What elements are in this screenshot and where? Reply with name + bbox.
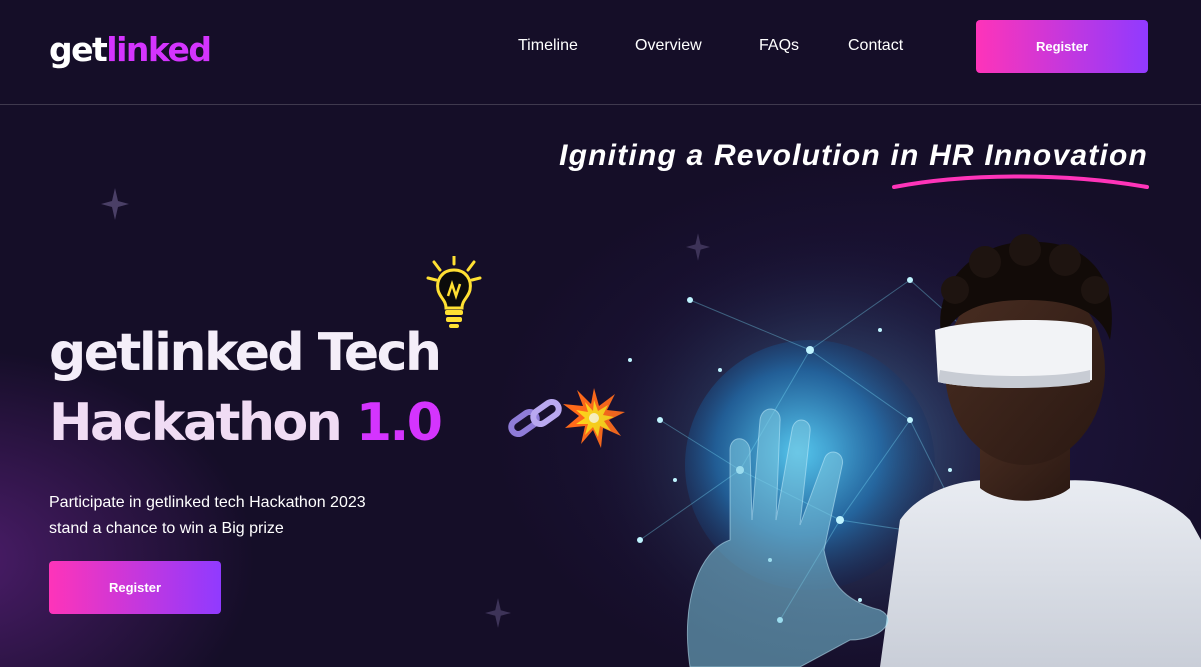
top-navbar: getlinked Timeline Overview FAQs Contact… xyxy=(0,0,1201,105)
nav-link-contact[interactable]: Contact xyxy=(848,36,903,56)
hero-register-button[interactable]: Register xyxy=(49,561,221,614)
chain-link-icon xyxy=(508,398,562,438)
headline-hackathon: Hackathon xyxy=(49,393,343,453)
nav-link-timeline[interactable]: Timeline xyxy=(518,36,578,56)
logo-part-linked: linked xyxy=(106,30,212,69)
headline-version: 1.0 xyxy=(355,393,443,453)
headline-line-2: Hackathon 1.0 xyxy=(49,388,443,458)
hero-tagline: Igniting a Revolution in HR Innovation xyxy=(559,139,1148,172)
headline-line-1: getlinked Tech xyxy=(49,323,442,383)
hero-description-line-2: stand a chance to win a Big prize xyxy=(49,520,284,537)
nav-register-button[interactable]: Register xyxy=(976,20,1148,73)
logo-part-get: get xyxy=(49,30,108,69)
hero-headline: getlinked Tech Hackathon 1.0 xyxy=(49,318,443,458)
tagline-underline xyxy=(892,174,1149,189)
nav-link-overview[interactable]: Overview xyxy=(635,36,702,56)
hero-description: Participate in getlinked tech Hackathon … xyxy=(49,490,449,542)
star-sparkle-icon xyxy=(485,598,511,628)
hero-description-line-1: Participate in getlinked tech Hackathon … xyxy=(49,494,366,511)
brand-logo[interactable]: getlinked xyxy=(49,30,212,70)
star-sparkle-icon xyxy=(101,188,129,220)
landing-page: getlinked Timeline Overview FAQs Contact… xyxy=(0,0,1201,667)
nav-link-faqs[interactable]: FAQs xyxy=(759,36,799,56)
hero-vr-man-image xyxy=(580,220,1201,667)
